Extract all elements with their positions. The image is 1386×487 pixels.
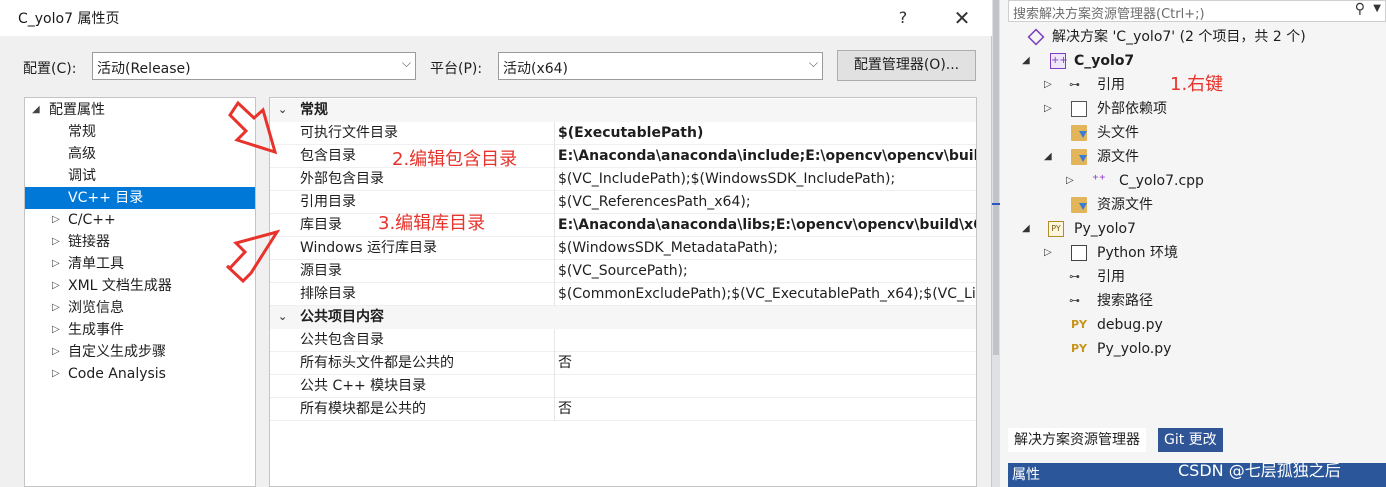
cpp-project-icon: ++ [1050, 53, 1068, 69]
cpp-file-icon: ⁺⁺ [1092, 173, 1106, 188]
filter-folder-icon [1071, 149, 1087, 165]
collapsed-triangle-icon[interactable]: ▷ [1044, 97, 1052, 121]
expanded-triangle-icon[interactable]: ◢ [1022, 49, 1030, 73]
filter-folder-icon [1071, 125, 1087, 141]
tab-solution-explorer[interactable]: 解决方案资源管理器 [1008, 428, 1146, 452]
annotation-right-click: 1.右键 [1170, 74, 1224, 95]
python-env-icon [1071, 245, 1087, 261]
collapsed-triangle-icon[interactable]: ▷ [1044, 73, 1052, 97]
collapsed-triangle-icon[interactable]: ▷ [1044, 241, 1052, 265]
arrow-to-include-icon [228, 100, 278, 155]
collapsed-triangle-icon[interactable]: ▷ [1066, 169, 1074, 193]
search-paths-icon: ⊶ [1069, 294, 1080, 307]
tab-git-changes[interactable]: Git 更改 [1158, 428, 1223, 452]
expanded-triangle-icon[interactable]: ◢ [1022, 217, 1030, 241]
references-icon: ⊶ [1069, 78, 1080, 91]
scroll-marker [992, 203, 1000, 205]
arrow-to-lib-icon [225, 229, 281, 284]
explorer-tabs: 解决方案资源管理器 Git 更改 [1008, 428, 1386, 452]
python-file-icon: PY [1071, 342, 1088, 355]
filter-folder-icon [1071, 197, 1087, 213]
python-file-icon: PY [1071, 318, 1088, 331]
watermark: CSDN @七层孤独之后 [1178, 461, 1341, 480]
search-input[interactable]: 搜索解决方案资源管理器(Ctrl+;) [1013, 3, 1205, 22]
expanded-triangle-icon[interactable]: ◢ [1044, 145, 1052, 169]
scrollbar-thumb[interactable] [993, 0, 999, 355]
references-icon: ⊶ [1069, 270, 1080, 283]
solution-explorer-search[interactable]: 搜索解决方案资源管理器(Ctrl+;) ⚲ ▼ [1008, 0, 1386, 22]
chevron-down-icon[interactable]: ▼ [1373, 3, 1381, 14]
external-deps-icon [1071, 101, 1087, 117]
search-icon[interactable]: ⚲ [1355, 1, 1365, 17]
python-project-icon: PY [1048, 221, 1064, 237]
